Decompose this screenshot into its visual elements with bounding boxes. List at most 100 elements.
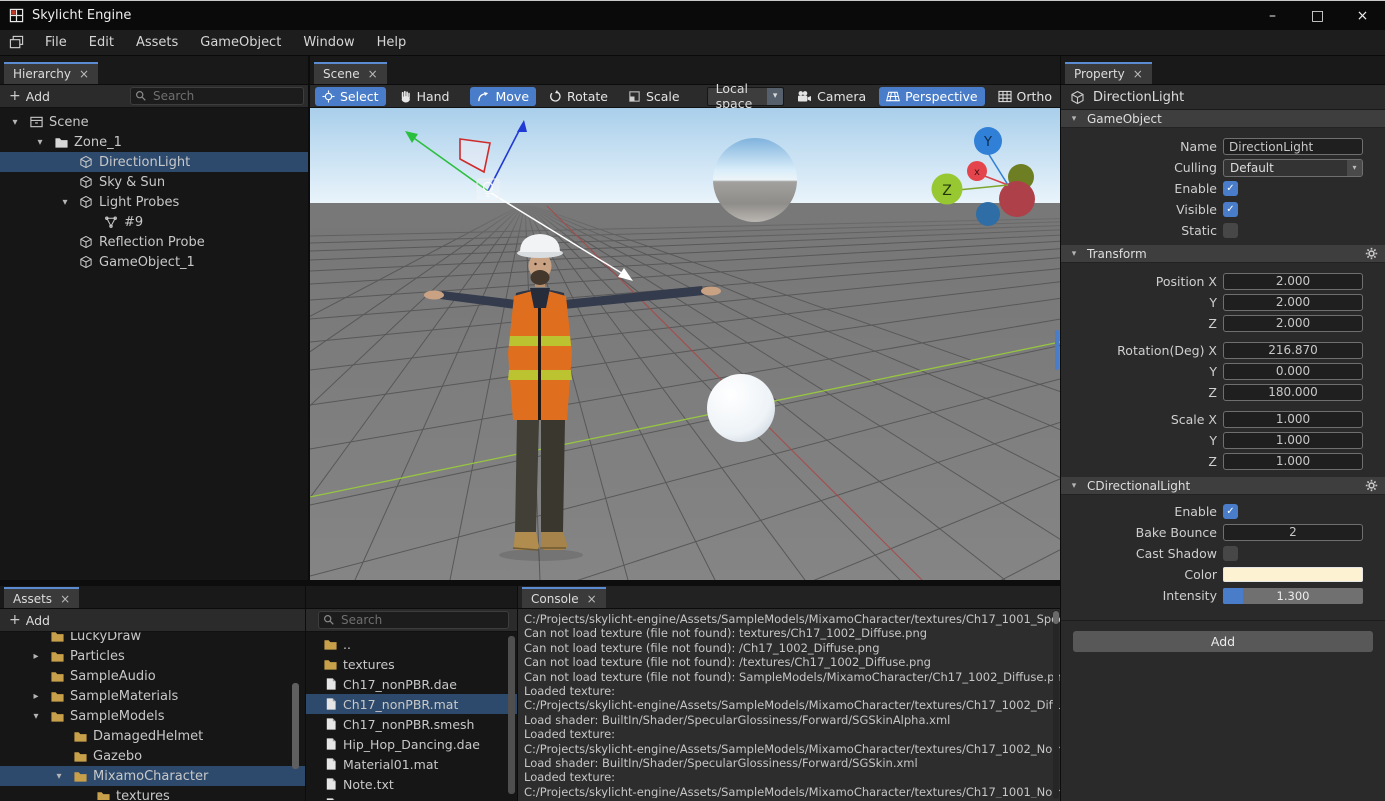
list-item[interactable]: Ch17_nonPBR.dae — [306, 674, 517, 694]
tree-row[interactable]: ▸ SampleMaterials — [0, 686, 305, 706]
scale-tool-button[interactable]: Scale — [621, 87, 687, 106]
light-enable-checkbox[interactable]: ✓ — [1223, 504, 1238, 519]
list-item[interactable] — [306, 794, 517, 800]
viewport-scrollbar-thumb[interactable] — [1055, 330, 1059, 370]
tree-row[interactable]: Reflection Probe — [0, 232, 308, 252]
add-component-button[interactable]: Add — [1073, 631, 1373, 652]
tab-console[interactable]: Console × — [522, 587, 606, 608]
tree-row[interactable]: DamagedHelmet — [0, 726, 305, 746]
menu-item-file[interactable]: File — [34, 30, 78, 55]
hierarchy-search-input[interactable] — [151, 88, 299, 104]
transform-value-field[interactable]: 2.000 — [1223, 294, 1363, 311]
expander-open-icon[interactable]: ▾ — [29, 137, 51, 148]
tree-row[interactable]: ▾ Light Probes — [0, 192, 308, 212]
static-checkbox[interactable] — [1223, 223, 1238, 238]
light-probe-sphere[interactable] — [707, 374, 775, 442]
files-scrollbar-thumb[interactable] — [508, 636, 515, 794]
name-field[interactable] — [1223, 138, 1363, 155]
tab-close-icon[interactable]: × — [1133, 67, 1143, 81]
list-item[interactable]: textures — [306, 654, 517, 674]
list-item[interactable]: Hip_Hop_Dancing.dae — [306, 734, 517, 754]
tab-close-icon[interactable]: × — [79, 67, 89, 81]
files-search-input[interactable] — [339, 612, 504, 628]
tree-row[interactable]: Gazebo — [0, 746, 305, 766]
list-item[interactable]: Material01.mat — [306, 754, 517, 774]
select-tool-button[interactable]: Select — [315, 86, 386, 106]
tab-close-icon[interactable]: × — [587, 592, 597, 606]
expander-open-icon[interactable]: ▾ — [54, 197, 76, 208]
tree-row[interactable]: ▸ Particles — [0, 646, 305, 666]
culling-dropdown[interactable]: Default ▾ — [1223, 158, 1363, 177]
console-scrollbar-thumb[interactable] — [1053, 611, 1059, 624]
hand-tool-button[interactable]: Hand — [392, 87, 457, 106]
space-dropdown[interactable]: Local space ▾ — [706, 81, 785, 111]
tab-hierarchy[interactable]: Hierarchy × — [4, 62, 99, 84]
console-scrollbar[interactable] — [1053, 610, 1059, 799]
tree-row[interactable]: ▾ SampleModels — [0, 706, 305, 726]
tree-row[interactable]: GameObject_1 — [0, 252, 308, 272]
hierarchy-add-button[interactable]: + Add — [0, 89, 50, 104]
section-gameobject[interactable]: ▾ GameObject — [1061, 110, 1385, 128]
expander-open-icon[interactable]: ▾ — [1061, 249, 1087, 259]
transform-value-field[interactable]: 0.000 — [1223, 363, 1363, 380]
menu-item-edit[interactable]: Edit — [78, 30, 125, 55]
expander-open-icon[interactable]: ▾ — [1061, 114, 1087, 124]
hierarchy-search[interactable] — [130, 87, 304, 105]
maximize-button[interactable]: □ — [1295, 1, 1340, 30]
menu-item-help[interactable]: Help — [366, 30, 418, 55]
gear-icon[interactable] — [1365, 247, 1378, 260]
visible-checkbox[interactable]: ✓ — [1223, 202, 1238, 217]
tree-row[interactable]: ▾ Scene — [0, 112, 308, 132]
tree-row[interactable]: textures — [0, 786, 305, 800]
assets-scrollbar-thumb[interactable] — [292, 683, 299, 769]
section-cdirectionallight[interactable]: ▾ CDirectionalLight — [1061, 477, 1385, 495]
transform-value-field[interactable]: 216.870 — [1223, 342, 1363, 359]
intensity-slider[interactable]: 1.300 — [1223, 587, 1363, 604]
files-scrollbar[interactable] — [508, 636, 515, 798]
rotate-tool-button[interactable]: Rotate — [542, 87, 615, 106]
files-search[interactable] — [318, 611, 509, 629]
minimize-button[interactable]: – — [1250, 1, 1295, 30]
transform-value-field[interactable]: 180.000 — [1223, 384, 1363, 401]
enable-checkbox[interactable]: ✓ — [1223, 181, 1238, 196]
menu-item-window[interactable]: Window — [292, 30, 365, 55]
tree-row[interactable]: DirectionLight — [0, 152, 308, 172]
tree-row[interactable]: #9 — [0, 212, 308, 232]
perspective-button[interactable]: Perspective — [879, 86, 985, 106]
transform-value-field[interactable]: 2.000 — [1223, 315, 1363, 332]
transform-value-field[interactable]: 1.000 — [1223, 432, 1363, 449]
assets-scrollbar[interactable] — [292, 638, 299, 798]
windows-layout-icon[interactable] — [9, 35, 24, 50]
close-button[interactable]: × — [1340, 1, 1385, 30]
gear-icon[interactable] — [1365, 479, 1378, 492]
tab-close-icon[interactable]: × — [368, 67, 378, 81]
viewport-3d[interactable]: Y x Z — [310, 108, 1060, 580]
expander-closed-icon[interactable]: ▸ — [25, 691, 47, 702]
console-log[interactable]: C:/Projects/skylicht-engine/Assets/Sampl… — [518, 609, 1060, 798]
menu-item-assets[interactable]: Assets — [125, 30, 189, 55]
expander-open-icon[interactable]: ▾ — [1061, 481, 1087, 491]
ortho-button[interactable]: Ortho — [991, 87, 1054, 106]
tab-close-icon[interactable]: × — [60, 592, 70, 606]
bake-bounce-field[interactable]: 2 — [1223, 524, 1363, 541]
tree-row[interactable]: Sky & Sun — [0, 172, 308, 192]
camera-button[interactable]: Camera — [790, 87, 873, 106]
tab-property[interactable]: Property × — [1065, 62, 1152, 84]
list-item[interactable]: .. — [306, 634, 517, 654]
list-item[interactable]: Note.txt — [306, 774, 517, 794]
move-tool-button[interactable]: Move — [470, 86, 537, 106]
tree-row[interactable]: ▾ Zone_1 — [0, 132, 308, 152]
transform-value-field[interactable]: 2.000 — [1223, 273, 1363, 290]
tab-scene[interactable]: Scene × — [314, 62, 387, 84]
color-swatch[interactable] — [1223, 567, 1363, 582]
tab-assets[interactable]: Assets × — [4, 587, 80, 608]
menu-item-gameobject[interactable]: GameObject — [189, 30, 292, 55]
expander-closed-icon[interactable]: ▸ — [25, 651, 47, 662]
expander-open-icon[interactable]: ▾ — [48, 771, 70, 782]
cast-shadow-checkbox[interactable] — [1223, 546, 1238, 561]
transform-value-field[interactable]: 1.000 — [1223, 411, 1363, 428]
reflection-probe-sphere[interactable] — [713, 138, 797, 222]
expander-open-icon[interactable]: ▾ — [25, 711, 47, 722]
tree-row[interactable]: ▾ MixamoCharacter — [0, 766, 305, 786]
transform-value-field[interactable]: 1.000 — [1223, 453, 1363, 470]
